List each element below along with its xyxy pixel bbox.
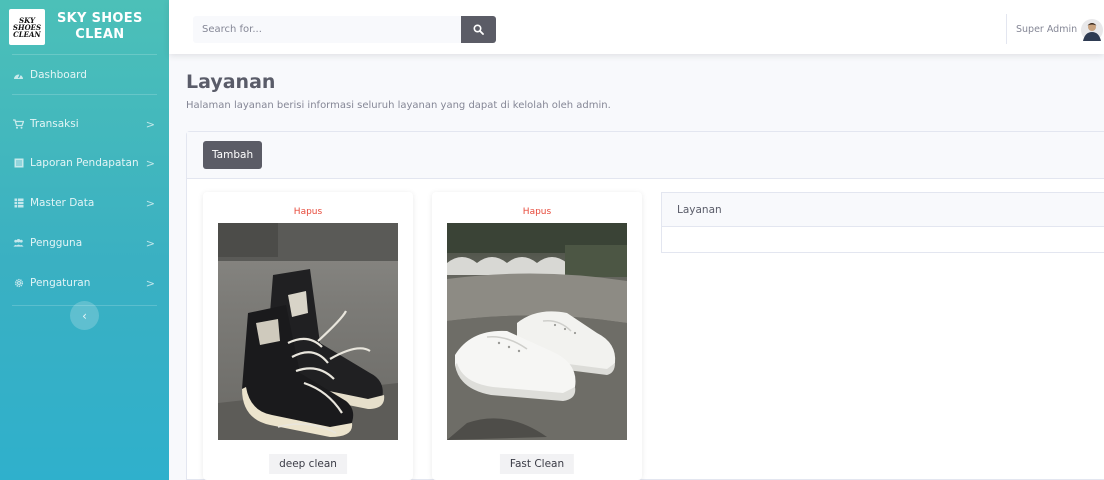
brand-title-line1: SKY SHOES xyxy=(57,11,143,26)
sidebar-item-label: Pengguna xyxy=(30,237,83,249)
sidebar-item-label: Transaksi xyxy=(30,118,79,130)
sidebar: SKY SHOES CLEAN SKY SHOES CLEAN Dashboar… xyxy=(0,0,169,480)
service-image xyxy=(218,223,398,440)
search-button[interactable] xyxy=(461,16,496,43)
chevron-right-icon: > xyxy=(145,117,155,131)
brand-title-line2: CLEAN xyxy=(75,27,125,42)
gear-icon xyxy=(13,278,24,288)
brand-logo: SKY SHOES CLEAN xyxy=(9,9,45,45)
sidebar-item-label: Master Data xyxy=(30,197,95,209)
service-image xyxy=(447,223,627,440)
brand-title: SKY SHOES CLEAN xyxy=(57,11,143,43)
service-name: Fast Clean xyxy=(499,454,575,474)
service-card: Hapus deep clean xyxy=(203,192,413,480)
topbar: Super Admin xyxy=(169,0,1104,54)
topbar-divider xyxy=(1006,14,1007,44)
logo-line: CLEAN xyxy=(13,29,41,39)
user-name[interactable]: Super Admin xyxy=(1016,24,1077,35)
brand[interactable]: SKY SHOES CLEAN SKY SHOES CLEAN xyxy=(0,0,169,54)
sidebar-toggle-button[interactable]: ‹ xyxy=(70,301,99,330)
sidebar-item-master-data[interactable]: Master Data > xyxy=(0,183,169,223)
sidebar-item-laporan-pendapatan[interactable]: Laporan Pendapatan > xyxy=(0,143,169,183)
table-header: Layanan xyxy=(662,193,1104,227)
page-title: Layanan xyxy=(186,71,276,93)
service-card: Hapus Fast Clean xyxy=(432,192,642,480)
database-icon xyxy=(13,198,24,208)
chevron-right-icon: > xyxy=(145,276,155,290)
search-input[interactable] xyxy=(193,16,461,43)
sidebar-item-pengaturan[interactable]: Pengaturan > xyxy=(0,263,169,303)
sidebar-item-label: Laporan Pendapatan xyxy=(30,157,139,169)
report-icon xyxy=(13,158,24,168)
services-table: Layanan xyxy=(661,192,1104,253)
chevron-right-icon: > xyxy=(145,236,155,250)
users-icon xyxy=(13,238,24,248)
delete-link[interactable]: Hapus xyxy=(203,207,413,217)
chevron-right-icon: > xyxy=(145,156,155,170)
avatar[interactable] xyxy=(1080,19,1104,41)
add-button[interactable]: Tambah xyxy=(203,141,263,169)
panel-header: Tambah xyxy=(187,132,1104,179)
service-name: deep clean xyxy=(269,454,347,474)
page-description: Halaman layanan berisi informasi seluruh… xyxy=(186,100,611,111)
search-icon xyxy=(473,20,484,39)
dashboard-icon xyxy=(13,70,24,80)
delete-link[interactable]: Hapus xyxy=(432,207,642,217)
sidebar-item-label: Dashboard xyxy=(30,68,87,81)
sidebar-item-transaksi[interactable]: Transaksi > xyxy=(0,105,169,143)
sidebar-item-pengguna[interactable]: Pengguna > xyxy=(0,223,169,263)
cart-icon xyxy=(13,119,24,129)
sidebar-item-label: Pengaturan xyxy=(30,277,91,289)
sidebar-item-dashboard[interactable]: Dashboard xyxy=(0,55,169,94)
chevron-right-icon: > xyxy=(145,196,155,210)
chevron-left-icon: ‹ xyxy=(82,308,87,323)
